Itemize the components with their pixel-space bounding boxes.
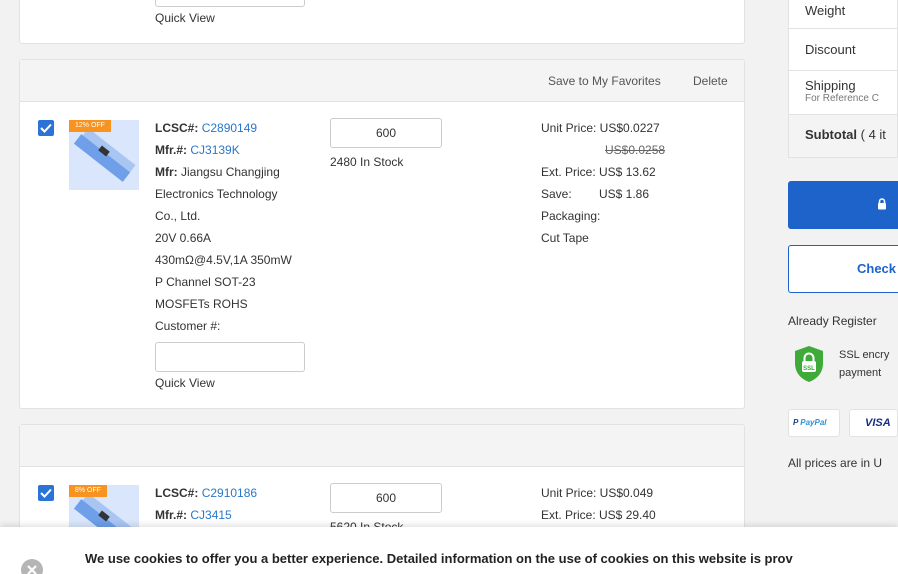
mfr-part-number: Mfr.#: CJ3415	[155, 508, 232, 522]
checkout-button[interactable]: Check	[788, 245, 898, 293]
secure-checkout-button[interactable]	[788, 181, 898, 229]
customer-number-input[interactable]	[155, 0, 305, 7]
item-checkbox[interactable]	[38, 120, 54, 136]
description-line: 20V 0.66A	[155, 231, 212, 245]
quick-view-link[interactable]: Quick View	[155, 372, 215, 394]
summary-row-shipping: Shipping For Reference C	[789, 71, 897, 115]
summary-row-subtotal: Subtotal ( 4 it	[789, 115, 897, 157]
mfr-part-link[interactable]: CJ3139K	[190, 143, 239, 157]
shipping-note: For Reference C	[805, 93, 879, 104]
check-icon	[40, 488, 52, 498]
cart-item-header: Save to My Favorites Delete	[20, 60, 744, 102]
lcsc-number: LCSC#: C2890149	[155, 121, 258, 135]
cart-item-card: Quick View	[19, 0, 745, 44]
savings-value: US$ 1.86	[599, 187, 650, 201]
cookie-text: We use cookies to offer you a better exp…	[85, 551, 793, 566]
description-line: P Channel SOT-23	[155, 275, 256, 289]
packaging-value: Cut Tape	[541, 231, 589, 245]
manufacturer-line: Electronics Technology	[155, 187, 278, 201]
unit-price: Unit Price: US$0.0227	[541, 121, 660, 135]
check-icon	[40, 123, 52, 133]
paypal-logo: P PayPal	[788, 409, 840, 437]
customer-number-label: Customer #:	[155, 319, 221, 333]
extended-price: Ext. Price: US$ 13.62	[541, 165, 656, 179]
delete-link[interactable]: Delete	[693, 70, 728, 92]
ssl-shield-icon: SSL	[795, 346, 823, 382]
mfr-part-link[interactable]: CJ3415	[190, 508, 231, 522]
discount-badge: 8% OFF	[69, 485, 108, 497]
packaging-label: Packaging:	[541, 209, 601, 223]
ssl-text: SSL encry	[839, 349, 890, 361]
item-checkbox[interactable]	[38, 485, 54, 501]
lcsc-link[interactable]: C2910186	[202, 486, 257, 500]
manufacturer: Mfr: Jiangsu Changjing	[155, 165, 280, 179]
ssl-badge: SSL	[793, 345, 825, 383]
quantity-input[interactable]: 600	[330, 118, 442, 148]
extended-price: Ext. Price: US$ 29.40	[541, 508, 656, 522]
quick-view-link[interactable]: Quick View	[155, 7, 215, 29]
description-line: 430mΩ@4.5V,1A 350mW	[155, 253, 292, 267]
cart-item-header	[20, 425, 744, 467]
lock-icon	[878, 198, 886, 210]
visa-logo: VISA	[849, 409, 898, 437]
close-icon[interactable]	[21, 559, 43, 574]
original-price: US$0.0258	[605, 143, 666, 157]
lcsc-link[interactable]: C2890149	[202, 121, 257, 135]
prices-currency-note: All prices are in U	[788, 456, 883, 470]
customer-number-input[interactable]	[155, 342, 305, 372]
savings-label: Save:	[541, 187, 572, 201]
ssl-subtext: payment	[839, 367, 882, 379]
description-line: MOSFETs ROHS	[155, 297, 248, 311]
lcsc-number: LCSC#: C2910186	[155, 486, 258, 500]
already-registered-text: Already Register	[788, 314, 877, 328]
summary-table: Weight Discount Shipping For Reference C…	[788, 0, 898, 158]
manufacturer-line: Co., Ltd.	[155, 209, 201, 223]
mfr-part-number: Mfr.#: CJ3139K	[155, 143, 240, 157]
discount-badge: 12% OFF	[69, 120, 111, 132]
save-to-favorites-link[interactable]: Save to My Favorites	[548, 70, 661, 92]
quantity-input[interactable]: 600	[330, 483, 442, 513]
svg-text:SSL: SSL	[803, 366, 815, 372]
unit-price: Unit Price: US$0.049	[541, 486, 654, 500]
summary-row-weight: Weight	[789, 0, 897, 29]
cookie-banner: We use cookies to offer you a better exp…	[0, 527, 898, 574]
stock-status: 2480 In Stock	[330, 155, 404, 169]
order-summary-panel: Weight Discount Shipping For Reference C…	[788, 0, 898, 574]
cart-item-card: Save to My Favorites Delete 12% OFF LCSC…	[19, 59, 745, 409]
summary-row-discount: Discount	[789, 29, 897, 71]
product-image[interactable]: 12% OFF	[69, 120, 139, 190]
